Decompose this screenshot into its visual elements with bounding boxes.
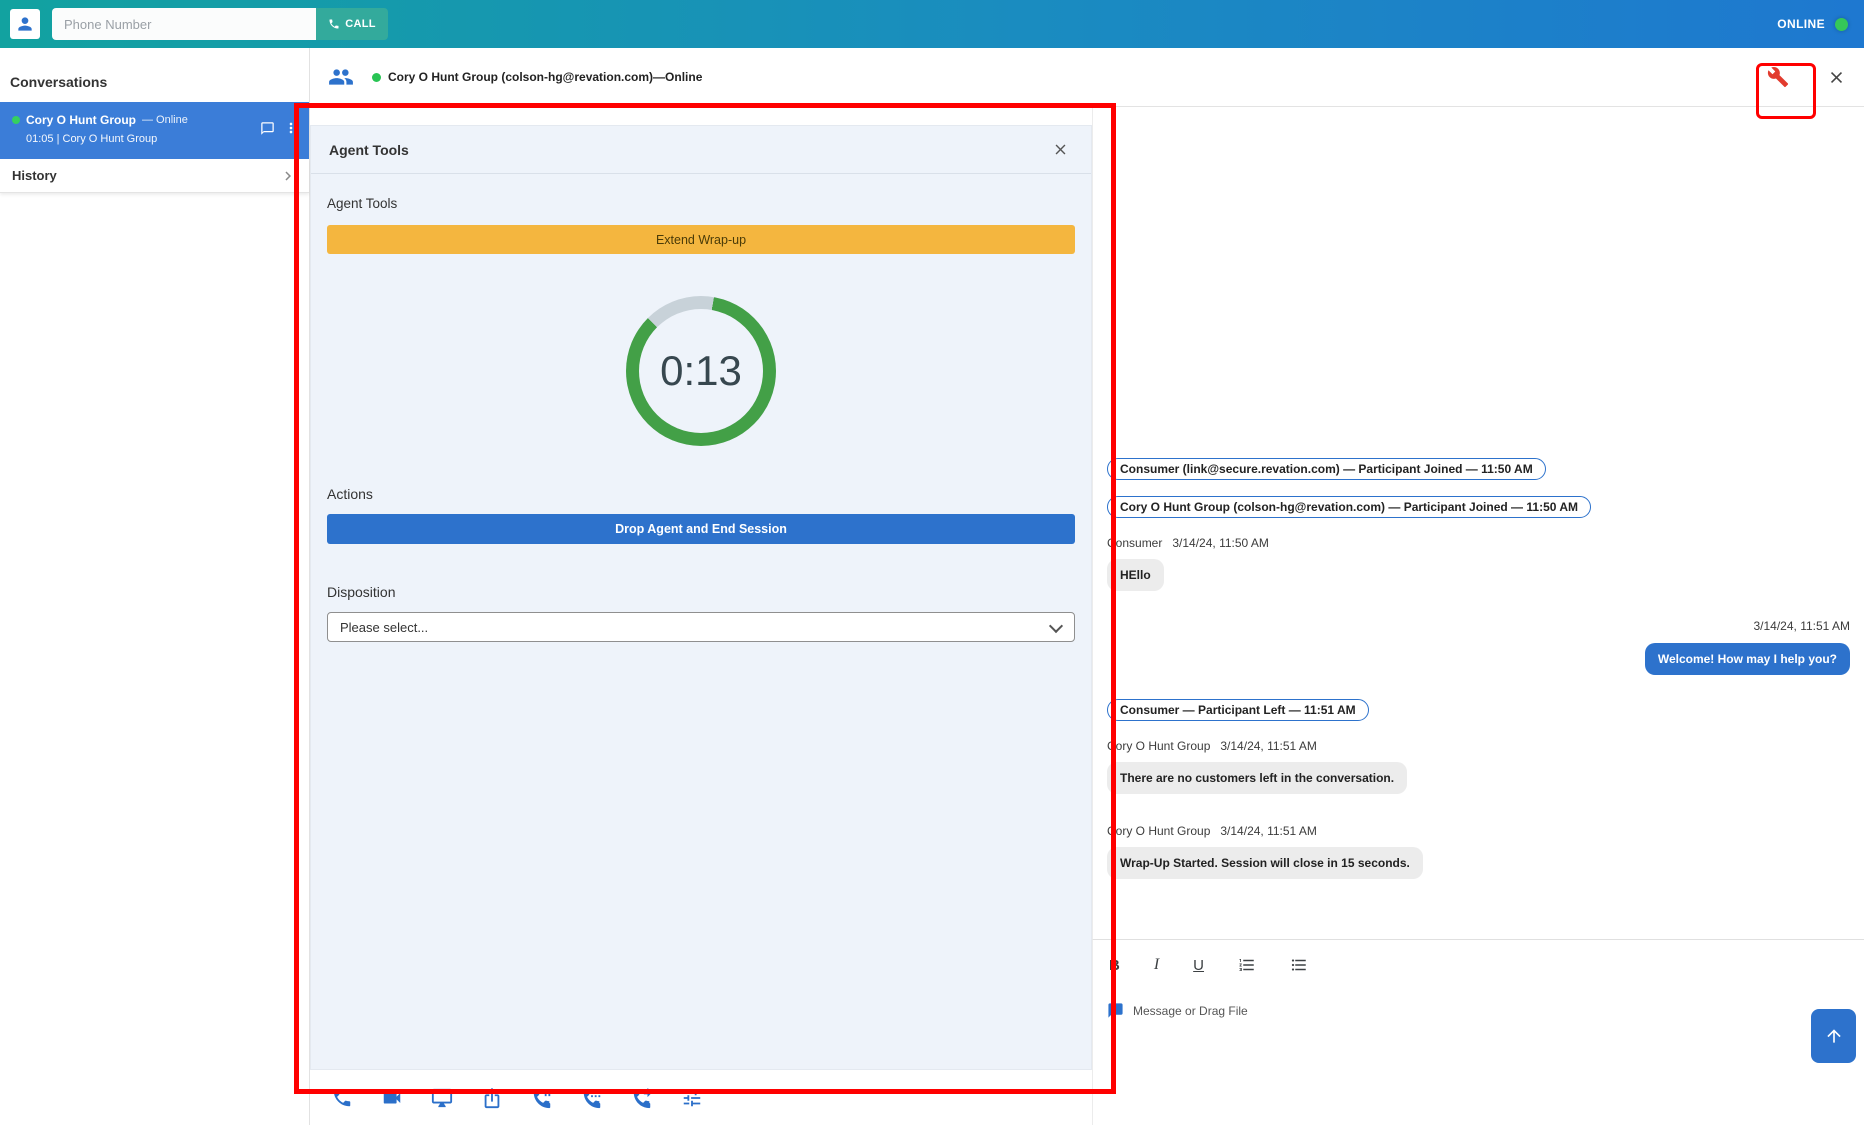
- app-root: CALL ONLINE Conversations Cory O Hunt Gr…: [0, 0, 1864, 1125]
- conversation-list-item[interactable]: Cory O Hunt Group — Online 01:05 | Cory …: [0, 102, 309, 159]
- presence-dot: [372, 73, 381, 82]
- group-icon: [328, 64, 354, 90]
- arrow-up-icon: [1824, 1026, 1844, 1046]
- message-sender: Cory O Hunt Group: [1107, 824, 1210, 838]
- presence-status[interactable]: ONLINE: [1777, 17, 1848, 31]
- disposition-select[interactable]: Please select...: [327, 612, 1075, 642]
- message-bubble-incoming: There are no customers left in the conve…: [1107, 762, 1407, 794]
- message-input-placeholder: Message or Drag File: [1133, 1004, 1248, 1018]
- message-time: 3/14/24, 11:51 AM: [1220, 739, 1317, 753]
- video-icon: [381, 1087, 403, 1109]
- file-share-button[interactable]: [480, 1086, 504, 1110]
- bold-button[interactable]: B: [1107, 955, 1122, 976]
- agent-tools-panel-header: Agent Tools: [311, 126, 1091, 174]
- message-meta: Cory O Hunt Group 3/14/24, 11:51 AM: [1107, 739, 1317, 753]
- close-icon: [1827, 68, 1846, 87]
- message-bubble-incoming: Wrap-Up Started. Session will close in 1…: [1107, 847, 1423, 879]
- settings-phone-icon: [581, 1087, 603, 1109]
- hold-call-button[interactable]: [530, 1086, 554, 1110]
- bulleted-list-icon: [1290, 956, 1308, 974]
- monitor-icon: [431, 1087, 453, 1109]
- contacts-button[interactable]: [10, 9, 40, 39]
- agent-tools-close-button[interactable]: [1048, 137, 1073, 162]
- agent-tools-panel-body: Agent Tools Extend Wrap-up 0:13 Actions …: [311, 174, 1091, 658]
- call-tools-row: [310, 1070, 1092, 1125]
- phone-number-input[interactable]: [52, 8, 316, 40]
- call-button[interactable]: CALL: [316, 8, 388, 40]
- close-icon: [1052, 141, 1069, 158]
- online-status-dot: [1835, 18, 1848, 31]
- message-time: 3/14/24, 11:51 AM: [1220, 824, 1317, 838]
- message-meta: Consumer 3/14/24, 11:50 AM: [1107, 536, 1269, 550]
- wrapup-timer: 0:13: [327, 296, 1075, 446]
- message-input-area[interactable]: Message or Drag File: [1107, 1002, 1850, 1019]
- call-button-label: CALL: [345, 18, 376, 30]
- timer-ring: 0:13: [626, 296, 776, 446]
- message-icon: [1107, 1002, 1124, 1019]
- call-icon: [328, 18, 340, 30]
- participant-event-pill: Cory O Hunt Group (colson-hg@revation.co…: [1107, 496, 1591, 518]
- compose-area: B I U Message or Drag File: [1092, 939, 1864, 1125]
- voice-call-button[interactable]: [330, 1086, 354, 1110]
- conversation-status: — Online: [142, 114, 188, 126]
- message-sender: Consumer: [1107, 536, 1162, 550]
- sidebar: Conversations Cory O Hunt Group — Online…: [0, 48, 310, 1125]
- agent-tools-panel: Agent Tools Agent Tools Extend Wrap-up 0…: [310, 125, 1092, 1070]
- chat-header: Cory O Hunt Group (colson-hg@revation.co…: [310, 48, 1864, 107]
- numbered-list-button[interactable]: [1236, 954, 1258, 976]
- italic-button[interactable]: I: [1152, 954, 1161, 976]
- numbered-list-icon: [1238, 956, 1256, 974]
- topbar: CALL ONLINE: [0, 0, 1864, 48]
- tune-icon: [681, 1087, 703, 1109]
- history-section-toggle[interactable]: History: [0, 159, 309, 193]
- close-conversation-button[interactable]: [1823, 64, 1850, 91]
- disposition-select-wrap: Please select...: [327, 612, 1075, 642]
- person-icon: [15, 14, 35, 34]
- hold-icon: [531, 1087, 553, 1109]
- conversation-meta: 01:05 | Cory O Hunt Group: [26, 133, 297, 145]
- drop-agent-button[interactable]: Drop Agent and End Session: [327, 514, 1075, 544]
- participant-event-pill: Consumer (link@secure.revation.com) — Pa…: [1107, 458, 1546, 480]
- participant-event-pill: Consumer — Participant Left — 11:51 AM: [1107, 699, 1369, 721]
- transfer-icon: [631, 1087, 653, 1109]
- history-label: History: [12, 168, 57, 183]
- conversation-chat-button[interactable]: [258, 119, 277, 138]
- agent-tools-panel-title: Agent Tools: [329, 142, 409, 158]
- timer-value: 0:13: [660, 347, 742, 395]
- chat-message-list[interactable]: Consumer (link@secure.revation.com) — Pa…: [1092, 107, 1864, 939]
- message-bubble-incoming: HEllo: [1107, 559, 1164, 591]
- phone-dialer: CALL: [52, 8, 388, 40]
- conversation-more-button[interactable]: [281, 118, 301, 138]
- conversation-name: Cory O Hunt Group: [26, 113, 136, 127]
- call-icon: [331, 1087, 353, 1109]
- online-status-label: ONLINE: [1777, 17, 1825, 31]
- settings-button[interactable]: [680, 1086, 704, 1110]
- format-toolbar: B I U: [1107, 954, 1850, 976]
- message-meta: Cory O Hunt Group 3/14/24, 11:51 AM: [1107, 824, 1317, 838]
- message-sender: Cory O Hunt Group: [1107, 739, 1210, 753]
- disposition-label: Disposition: [327, 584, 1075, 600]
- more-vertical-icon: [283, 120, 299, 136]
- message-time: 3/14/24, 11:51 AM: [1753, 619, 1850, 633]
- chevron-right-icon: [279, 167, 297, 185]
- transfer-call-button[interactable]: [630, 1086, 654, 1110]
- agent-tools-section-label: Agent Tools: [327, 196, 1075, 211]
- wrench-icon: [1767, 66, 1789, 88]
- agent-tools-button[interactable]: [1757, 58, 1799, 96]
- presence-dot: [12, 116, 20, 124]
- extend-wrapup-button[interactable]: Extend Wrap-up: [327, 225, 1075, 254]
- conversations-title: Conversations: [0, 48, 309, 102]
- send-button[interactable]: [1811, 1009, 1856, 1063]
- chat-bubble-icon: [260, 121, 275, 136]
- share-icon: [481, 1087, 503, 1109]
- message-bubble-outgoing: Welcome! How may I help you?: [1645, 643, 1850, 675]
- screen-share-button[interactable]: [430, 1086, 454, 1110]
- phone-settings-button[interactable]: [580, 1086, 604, 1110]
- bulleted-list-button[interactable]: [1288, 954, 1310, 976]
- actions-label: Actions: [327, 486, 1075, 502]
- underline-button[interactable]: U: [1191, 955, 1206, 976]
- chat-header-title: Cory O Hunt Group (colson-hg@revation.co…: [388, 70, 702, 84]
- message-time: 3/14/24, 11:50 AM: [1172, 536, 1269, 550]
- video-call-button[interactable]: [380, 1086, 404, 1110]
